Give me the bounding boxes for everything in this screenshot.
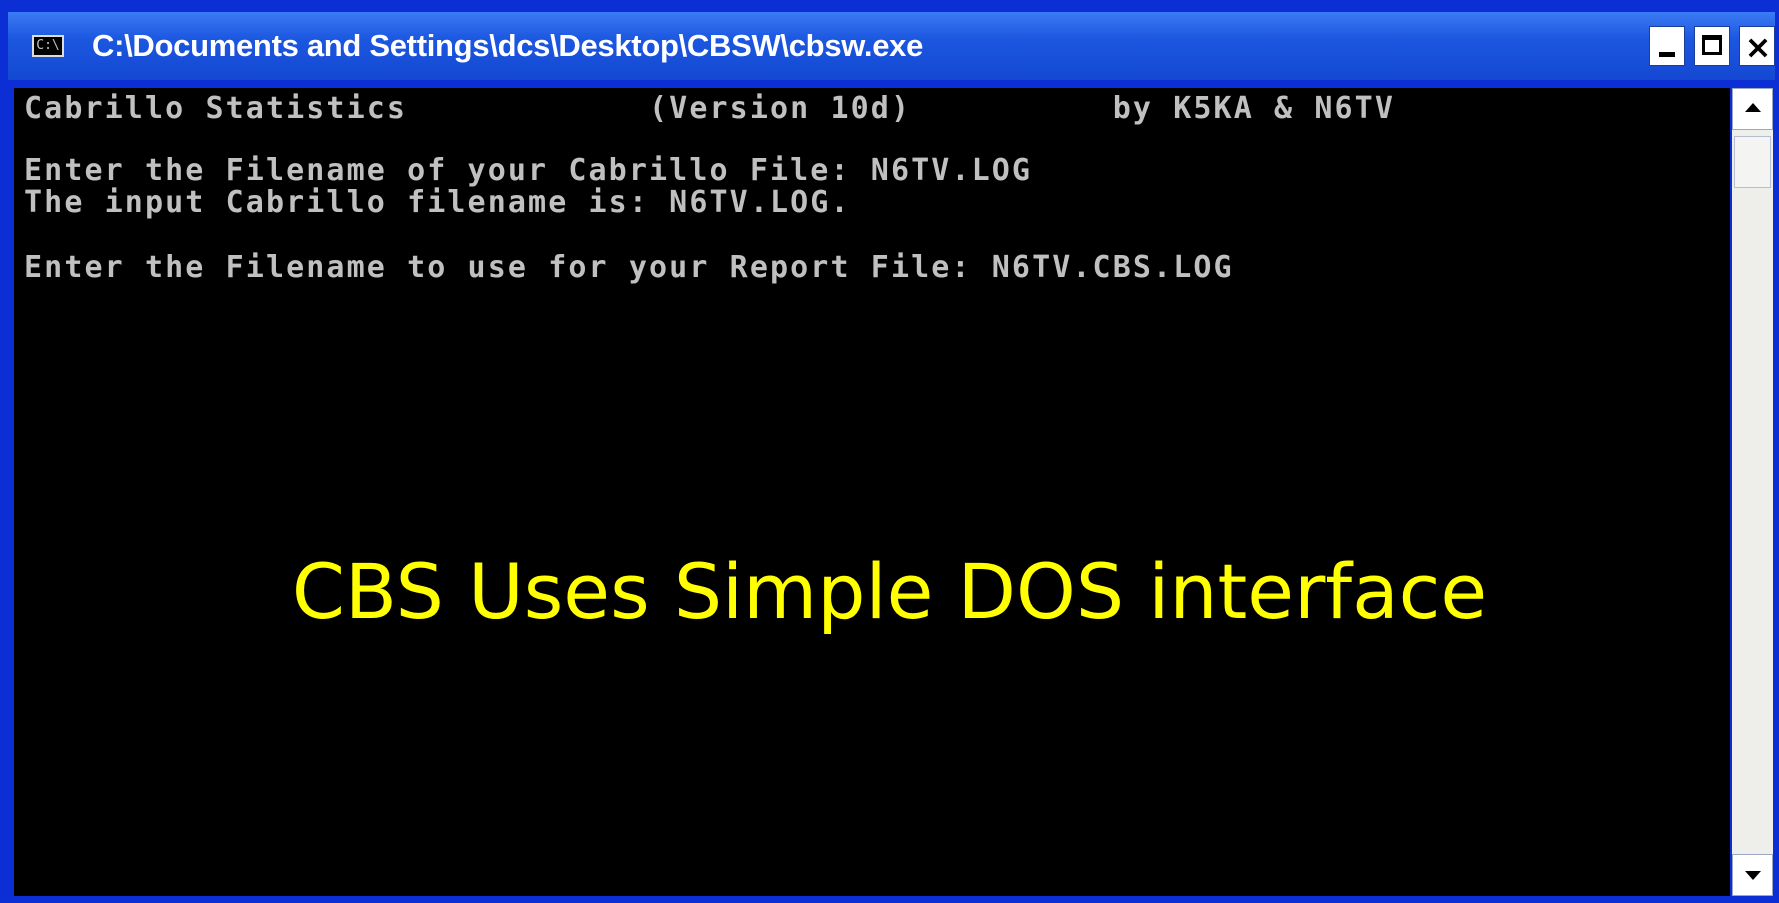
console-line-input-confirm: The input Cabrillo filename is: N6TV.LOG… bbox=[24, 185, 851, 220]
arrow-down-icon bbox=[1745, 871, 1761, 880]
close-button[interactable]: × bbox=[1739, 26, 1775, 66]
console-output[interactable]: Cabrillo Statistics (Version 10d) by K5K… bbox=[14, 88, 1730, 896]
console-window: C:\ C:\Documents and Settings\dcs\Deskto… bbox=[0, 0, 1779, 903]
slide-caption: CBS Uses Simple DOS interface bbox=[291, 547, 1488, 636]
console-line-header: Cabrillo Statistics (Version 10d) by K5K… bbox=[24, 91, 1395, 126]
scroll-thumb[interactable] bbox=[1734, 136, 1771, 188]
console-line-prompt-input: Enter the Filename of your Cabrillo File… bbox=[24, 153, 1033, 188]
console-icon[interactable]: C:\ bbox=[32, 35, 64, 57]
console-line-prompt-report: Enter the Filename to use for your Repor… bbox=[24, 250, 1234, 285]
maximize-button[interactable] bbox=[1694, 26, 1730, 66]
minimize-button[interactable] bbox=[1649, 26, 1685, 66]
scroll-down-button[interactable] bbox=[1732, 854, 1773, 896]
close-icon: × bbox=[1744, 28, 1772, 66]
arrow-up-icon bbox=[1745, 103, 1761, 112]
vertical-scrollbar[interactable] bbox=[1732, 88, 1773, 896]
title-bar[interactable]: C:\ C:\Documents and Settings\dcs\Deskto… bbox=[8, 12, 1775, 80]
minimize-icon bbox=[1659, 52, 1675, 57]
maximize-icon bbox=[1702, 35, 1722, 55]
scroll-up-button[interactable] bbox=[1732, 88, 1773, 130]
window-title: C:\Documents and Settings\dcs\Desktop\CB… bbox=[92, 28, 924, 63]
